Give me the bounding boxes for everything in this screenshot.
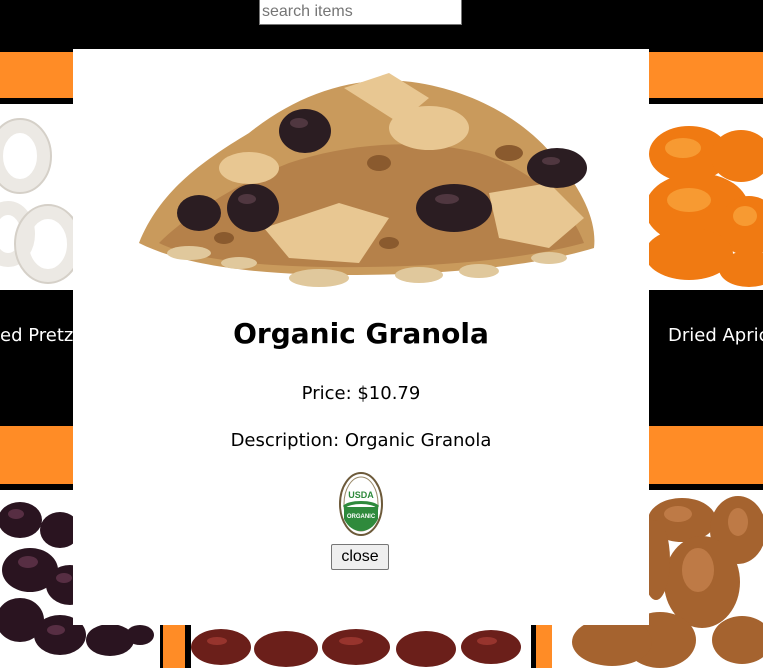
cherries-image [191,625,531,668]
product-modal: Organic Granola Price: $10.79 Descriptio… [73,49,649,625]
tile-image-dried-apricots[interactable] [649,104,763,290]
tile-band-bottom-right [536,625,552,668]
close-button[interactable]: close [331,544,389,570]
tile-image-dried-cherries[interactable] [191,625,531,668]
usda-badge-bottom-text: ORGANIC [347,514,376,520]
pretzel-image [0,104,73,290]
tile-name-yogurt-pretzels: ed Pretze [0,325,85,346]
tile-image-yogurt-pretzels[interactable] [0,104,73,290]
product-image-granola [129,53,599,329]
product-price: Price: $10.79 [301,383,421,404]
top-bar [0,0,763,52]
tile-band-bottom-left [163,625,185,668]
tile-name-dried-apricots: Dried Apric [668,325,763,346]
product-title: Organic Granola [233,317,489,350]
usda-badge-top-text: USDA [348,490,374,500]
apricot-image [649,104,763,290]
usda-organic-icon: USDA ORGANIC [339,472,383,536]
product-description: Description: Organic Granola [230,430,492,451]
search-input[interactable] [259,0,462,25]
